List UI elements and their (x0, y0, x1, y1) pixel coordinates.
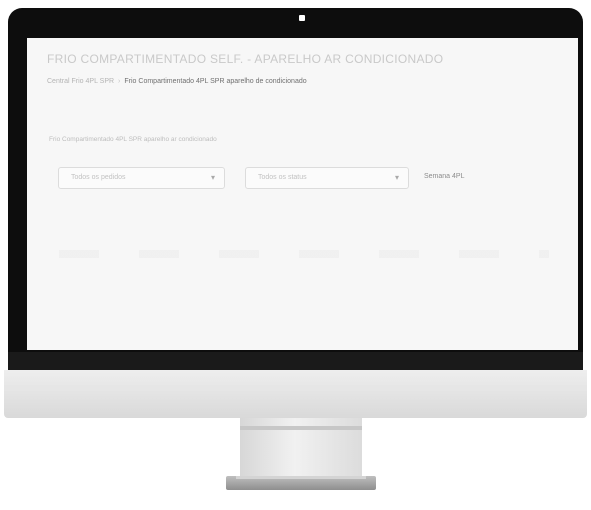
monitor-mockup: FRIO COMPARTIMENTADO SELF. - APARELHO AR… (0, 0, 591, 510)
monitor-stand-shade (240, 426, 362, 430)
order-filter-value: Todos os pedidos (71, 174, 126, 181)
order-filter-select[interactable]: Todos os pedidos ▾ (58, 167, 225, 189)
chevron-down-icon: ▾ (394, 173, 399, 182)
breadcrumb: Central Frio 4PL SPR › Frio Compartimentad… (47, 78, 307, 85)
page-title: FRIO COMPARTIMENTADO SELF. - APARELHO AR… (47, 52, 444, 66)
status-filter-value: Todos os status (258, 174, 307, 181)
filter-section-label: Frio Compartimentado 4PL SPR aparelho ar… (49, 136, 217, 143)
breadcrumb-current: Frio Compartimentado 4PL SPR aparelho de… (124, 78, 307, 85)
chevron-down-icon: ▾ (210, 173, 215, 182)
camera-icon (299, 15, 305, 21)
monitor-stand-base-highlight (236, 476, 366, 479)
monitor-chin-band (4, 385, 587, 391)
breadcrumb-separator: › (118, 78, 121, 85)
faint-content-row (59, 250, 549, 258)
status-filter-select[interactable]: Todos os status ▾ (245, 167, 409, 189)
breadcrumb-home[interactable]: Central Frio 4PL SPR (47, 78, 114, 85)
screen: FRIO COMPARTIMENTADO SELF. - APARELHO AR… (27, 38, 578, 350)
monitor-chin (4, 370, 587, 418)
week-link[interactable]: Semana 4PL (424, 173, 464, 180)
monitor-lower-bezel (8, 352, 583, 370)
